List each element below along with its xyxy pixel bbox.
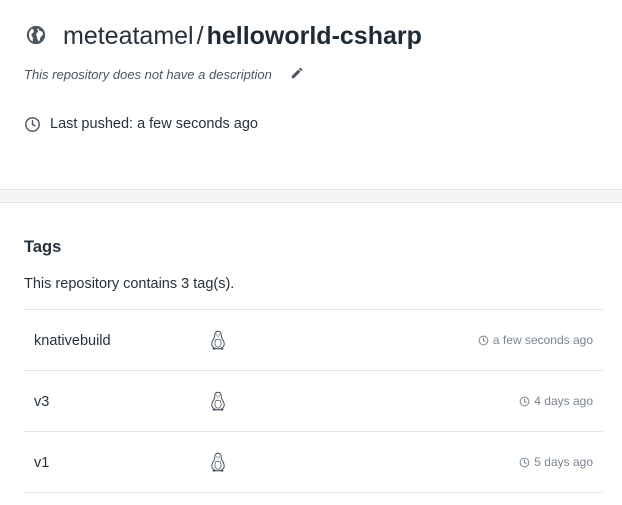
clock-icon <box>519 457 530 467</box>
tag-updated-time: 4 days ago <box>519 393 593 409</box>
tag-time-text: a few seconds ago <box>492 333 593 347</box>
repository-namespace[interactable]: meteatamel <box>63 22 194 50</box>
tag-updated-time: a few seconds ago <box>478 332 593 348</box>
repository-description: This repository does not have a descript… <box>24 67 272 82</box>
repository-header: meteatamel / helloworld-csharp This reposi… <box>0 0 622 189</box>
repository-name: helloworld-csharp <box>206 22 422 50</box>
clock-icon <box>25 116 40 132</box>
tag-time-text: 4 days ago <box>534 394 593 408</box>
clock-icon <box>478 335 489 345</box>
tag-row[interactable]: v3 4 days ago <box>24 371 603 432</box>
page-title: meteatamel / helloworld-csharp <box>63 20 422 52</box>
pencil-icon[interactable] <box>290 66 304 80</box>
clock-icon <box>519 396 530 406</box>
tag-updated-time: 5 days ago <box>519 454 593 470</box>
last-pushed: Last pushed: a few seconds ago <box>24 115 258 133</box>
tag-table: knativebuild a few seconds ago v3 4 days… <box>24 309 603 493</box>
tags-count-text: This repository contains 3 tag(s). <box>24 276 235 292</box>
last-pushed-text: Last pushed: a few seconds ago <box>50 116 258 132</box>
section-divider <box>0 189 622 203</box>
tag-row[interactable]: v1 5 days ago <box>24 432 603 493</box>
title-separator: / <box>196 22 204 50</box>
linux-penguin-icon <box>211 391 225 411</box>
linux-penguin-icon <box>211 330 225 350</box>
tag-name[interactable]: knativebuild <box>34 332 111 350</box>
tag-name[interactable]: v3 <box>34 393 49 411</box>
linux-penguin-icon <box>211 452 225 472</box>
tag-row[interactable]: knativebuild a few seconds ago <box>24 310 603 371</box>
tags-heading: Tags <box>24 238 62 256</box>
globe-icon <box>26 25 46 45</box>
tag-name[interactable]: v1 <box>34 454 49 472</box>
tag-time-text: 5 days ago <box>534 455 593 469</box>
